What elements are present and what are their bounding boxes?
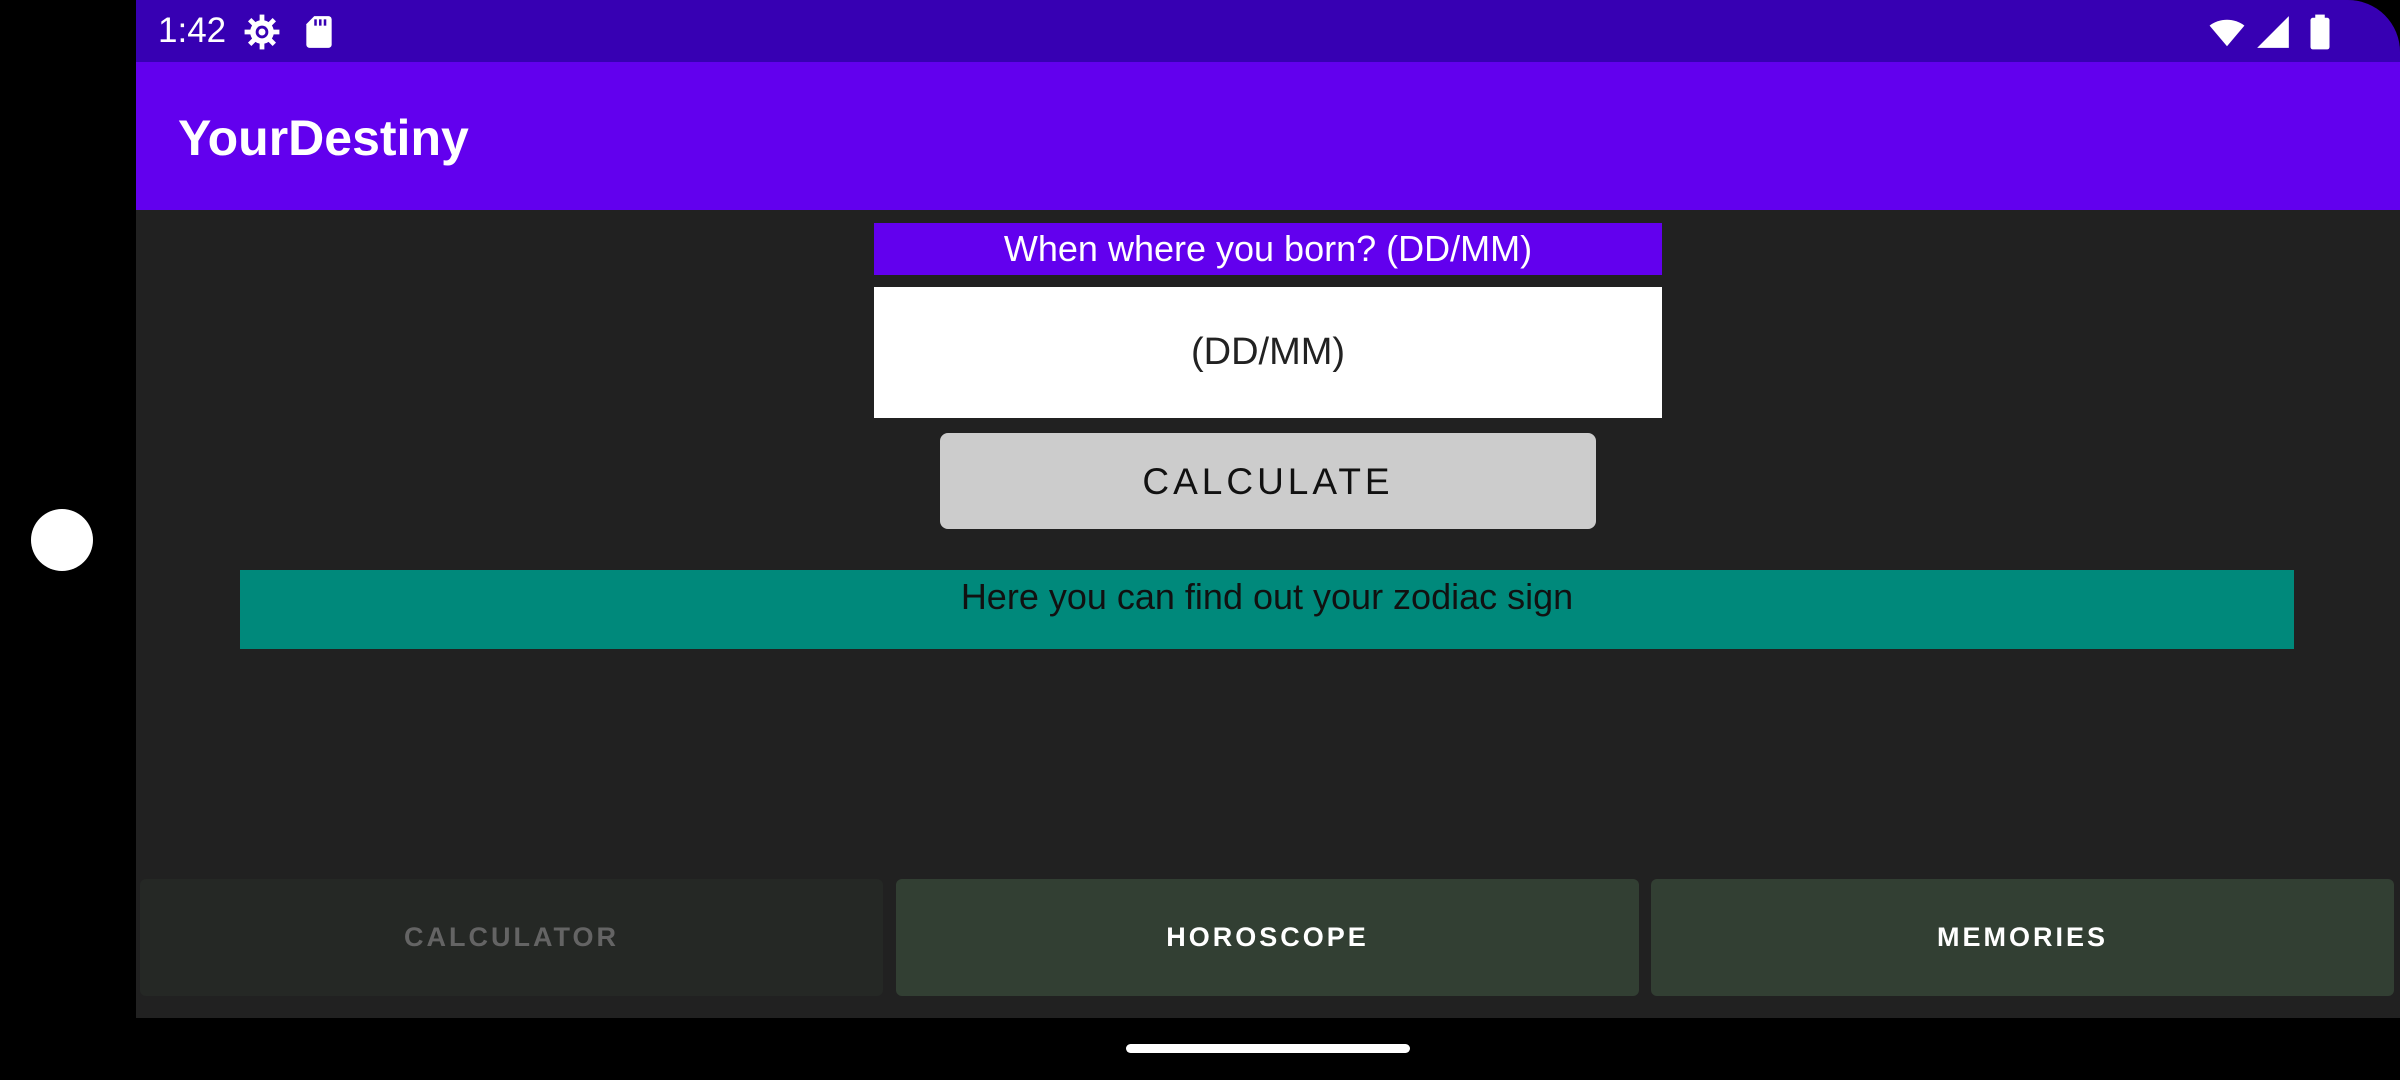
status-time: 1:42 (158, 11, 227, 50)
app-bar: YourDestiny (136, 62, 2400, 210)
zodiac-result-text: Here you can find out your zodiac sign (240, 570, 2294, 649)
tab-calculator[interactable]: CALCULATOR (140, 879, 883, 996)
settings-gear-icon (244, 14, 280, 50)
camera-cutout (31, 509, 93, 571)
birth-date-prompt: When where you born? (DD/MM) (874, 223, 1662, 275)
tab-horoscope[interactable]: HOROSCOPE (896, 879, 1639, 996)
tab-memories[interactable]: MEMORIES (1651, 879, 2394, 996)
sd-card-icon (306, 16, 332, 48)
app-screen: 1:42 YourDestiny When where you born? (D… (136, 0, 2400, 1018)
battery-icon (2310, 14, 2330, 50)
calculate-button[interactable]: CALCULATE (940, 433, 1596, 529)
app-title: YourDestiny (178, 110, 469, 166)
status-bar: 1:42 (136, 0, 2400, 62)
home-gesture-bar[interactable] (1126, 1044, 1410, 1053)
birth-date-input[interactable] (874, 287, 1662, 418)
wifi-icon (2209, 19, 2245, 47)
cell-signal-icon (2257, 16, 2289, 48)
device-frame: 1:42 YourDestiny When where you born? (D… (0, 0, 2400, 1080)
